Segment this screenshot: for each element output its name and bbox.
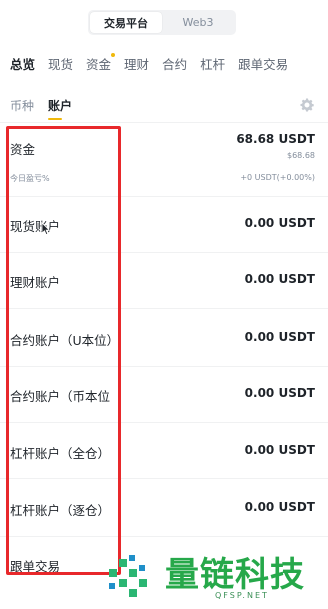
- account-value: 0.00 USDT: [244, 386, 315, 400]
- divider: [0, 122, 328, 123]
- nav-funding[interactable]: 资金: [86, 52, 116, 73]
- nav-spot[interactable]: 现货: [48, 54, 73, 73]
- nav-earn[interactable]: 理财: [124, 54, 149, 73]
- wallet-nav: 总览 现货 资金 理财 合约 杠杆 跟单交易: [10, 52, 328, 73]
- notification-dot: [111, 52, 116, 57]
- watermark-site: QFSP.NET: [215, 591, 269, 600]
- account-value: 0.00 USDT: [244, 272, 315, 286]
- nav-margin[interactable]: 杠杆: [200, 54, 225, 73]
- watermark-logo-icon: [109, 555, 147, 597]
- watermark: 量链科技 QFSP.NET: [105, 543, 328, 609]
- watermark-title: 量链科技: [165, 555, 305, 595]
- account-fiat-value: $68.68: [287, 151, 315, 160]
- nav-futures[interactable]: 合约: [162, 54, 187, 73]
- cursor-icon: [41, 222, 51, 236]
- nav-overview[interactable]: 总览: [10, 54, 35, 73]
- assets-page: 交易平台 Web3 总览 现货 资金 理财 合约 杠杆 跟单交易 币种 账户 资…: [0, 0, 328, 609]
- nav-funding-label: 资金: [86, 56, 112, 72]
- nav-copy-trading[interactable]: 跟单交易: [238, 54, 288, 73]
- account-value: 0.00 USDT: [244, 500, 315, 514]
- tab-exchange[interactable]: 交易平台: [90, 12, 162, 33]
- gear-icon[interactable]: [300, 98, 314, 112]
- sub-tabs: 币种 账户: [10, 97, 86, 120]
- account-value: 0.00 USDT: [244, 330, 315, 344]
- subtab-coin[interactable]: 币种: [10, 97, 34, 114]
- platform-switch: 交易平台 Web3: [88, 10, 236, 35]
- subtab-account[interactable]: 账户: [48, 97, 72, 120]
- account-value: 0.00 USDT: [244, 443, 315, 457]
- highlight-box: [6, 126, 121, 575]
- account-value: 0.00 USDT: [244, 216, 315, 230]
- account-value: 68.68 USDT: [236, 132, 315, 146]
- pnl-value: +0 USDT(+0.00%): [240, 173, 315, 182]
- tab-web3[interactable]: Web3: [162, 12, 234, 33]
